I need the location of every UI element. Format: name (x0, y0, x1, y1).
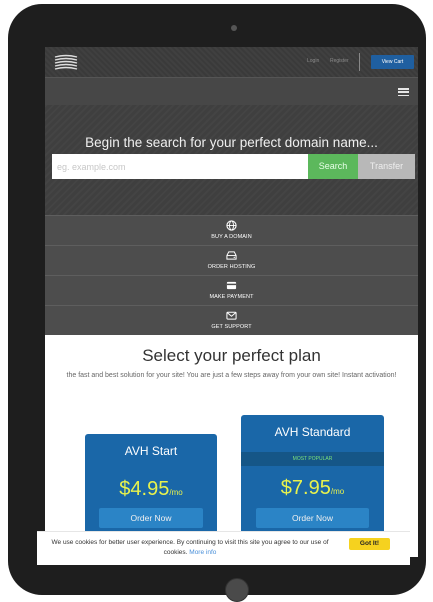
search-button[interactable]: Search (308, 154, 358, 179)
action-make-payment[interactable]: MAKE PAYMENT (45, 275, 418, 305)
action-buy-domain[interactable]: BUY A DOMAIN (45, 215, 418, 245)
action-order-hosting[interactable]: ORDER HOSTING (45, 245, 418, 275)
transfer-button[interactable]: Transfer (358, 154, 415, 179)
plans-subtitle: the fast and best solution for your site… (66, 372, 397, 379)
quick-actions: BUY A DOMAIN ORDER HOSTING MAKE PAYMENT (45, 215, 418, 335)
plan-price: $7.95/mo (280, 477, 345, 499)
top-bar: Login Register View Cart (45, 47, 418, 77)
hero-title: Begin the search for your perfect domain… (85, 135, 378, 150)
view-cart-button[interactable]: View Cart (371, 55, 414, 69)
camera-dot (231, 25, 237, 31)
action-label: BUY A DOMAIN (211, 234, 252, 240)
credit-card-icon (226, 281, 237, 290)
login-link[interactable]: Login (307, 58, 319, 64)
topbar-divider (359, 53, 360, 71)
register-link[interactable]: Register (330, 58, 349, 64)
envelope-icon (226, 311, 237, 320)
nav-bar (45, 77, 418, 105)
action-label: ORDER HOSTING (207, 264, 256, 270)
tablet-frame: Login Register View Cart Begin the searc… (8, 4, 426, 602)
cookie-banner: We use cookies for better user experienc… (37, 531, 410, 565)
cookie-message: We use cookies for better user experienc… (51, 539, 329, 556)
domain-search-input[interactable] (52, 154, 308, 179)
plans-title: Select your perfect plan (142, 346, 321, 365)
plan-price: $4.95/mo (119, 478, 183, 500)
more-info-link[interactable]: More info (189, 549, 216, 556)
most-popular-badge: MOST POPULAR (241, 452, 384, 466)
order-now-button[interactable]: Order Now (256, 508, 369, 528)
globe-icon (226, 220, 237, 231)
server-icon (226, 251, 237, 260)
screen: Login Register View Cart Begin the searc… (45, 47, 418, 557)
plan-name: AVH Standard (274, 425, 351, 439)
home-button[interactable] (225, 578, 249, 602)
order-now-button[interactable]: Order Now (99, 508, 203, 528)
got-it-button[interactable]: Got It! (349, 538, 390, 550)
stacked-waves-logo-icon[interactable] (53, 54, 79, 71)
action-label: MAKE PAYMENT (209, 294, 254, 300)
hamburger-icon[interactable] (398, 88, 409, 97)
plan-name: AVH Start (124, 444, 178, 458)
domain-search-hero: Begin the search for your perfect domain… (45, 105, 418, 215)
action-get-support[interactable]: GET SUPPORT (45, 305, 418, 335)
action-label: GET SUPPORT (211, 324, 252, 330)
